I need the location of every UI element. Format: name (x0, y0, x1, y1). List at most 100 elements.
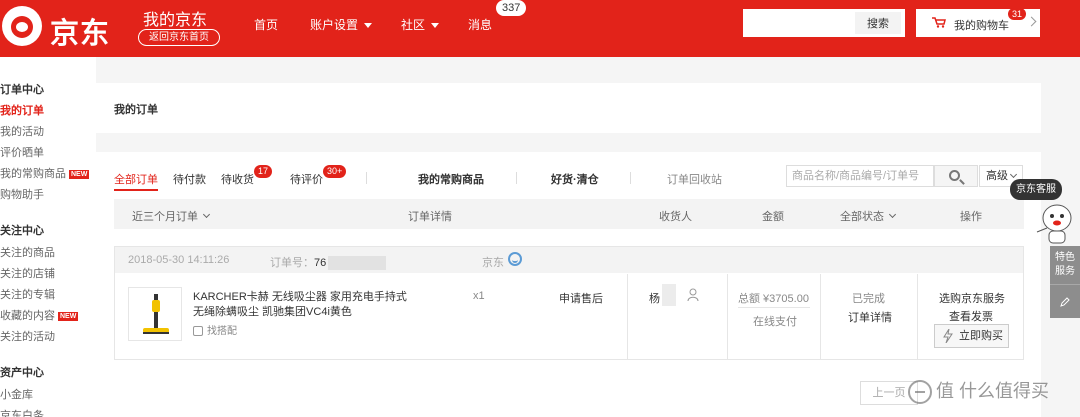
pending-review-badge: 30+ (323, 165, 347, 178)
sidebar-item-favorite-content[interactable]: 收藏的内容 NEW (0, 307, 79, 323)
sidebar-item-frequent-goods[interactable]: 我的常购商品 NEW (0, 165, 90, 181)
tab-recycle-bin[interactable]: 订单回收站 (667, 171, 722, 187)
amount-divider (738, 307, 810, 308)
shop-name[interactable]: 京东 (482, 254, 504, 270)
search-icon (949, 170, 960, 181)
jd-dog-logo-icon (2, 6, 42, 46)
featured-service-tab[interactable]: 特色 服务 (1050, 246, 1080, 284)
sidebar-group-follow: 关注中心 (0, 225, 44, 237)
new-badge: NEW (58, 311, 79, 321)
smzdm-logo-icon (908, 380, 932, 405)
sidebar-item-shopping-assistant[interactable]: 购物助手 (0, 186, 44, 202)
back-home-link[interactable]: 返回京东首页 (138, 29, 220, 46)
jd-logo[interactable]: 京东 (0, 2, 128, 52)
tab-clearance[interactable]: 好货·清仓 (551, 171, 599, 187)
sidebar-group-orders: 订单中心 (0, 84, 44, 96)
sidebar-item-followed-goods[interactable]: 关注的商品 (0, 244, 55, 260)
match-icon (193, 326, 203, 337)
header-search-button[interactable]: 搜索 (855, 12, 901, 34)
smzdm-watermark: 值 什么值得买 (908, 377, 1049, 405)
chevron-down-icon (888, 210, 897, 219)
orders-panel: 全部订单 待付款 待收货 17 待评价 30+ 我的常购商品 好货·清仓 订单回… (96, 152, 1041, 417)
sidebar-item-baitiao[interactable]: 京东白条 (0, 407, 44, 417)
pen-icon (1060, 297, 1070, 307)
sidebar-item-vault[interactable]: 小金库 (0, 386, 33, 402)
product-name-link[interactable]: KARCHER卡赫 无线吸尘器 家用充电手持式无绳除螨吸尘 凯驰集团VC4i黄色 (193, 290, 413, 320)
vacuum-image (143, 294, 169, 334)
sidebar-item-my-orders[interactable]: 我的订单 (0, 102, 44, 118)
period-filter[interactable]: 近三个月订单 (132, 208, 211, 224)
buy-jd-service-link[interactable]: 选购京东服务 (939, 290, 1005, 306)
tab-pending-receipt[interactable]: 待收货 (221, 171, 254, 187)
sidebar-item-followed-shops[interactable]: 关注的店铺 (0, 265, 55, 281)
view-invoice-link[interactable]: 查看发票 (949, 308, 993, 324)
status-filter[interactable]: 全部状态 (840, 208, 897, 224)
col-receiver: 收货人 (659, 211, 692, 223)
header-search-input[interactable] (743, 9, 855, 37)
site-title[interactable]: 我的京东 (143, 6, 207, 30)
order-table-header: 近三个月订单 订单详情 收货人 金额 全部状态 操作 (114, 199, 1024, 229)
chat-icon[interactable] (508, 252, 522, 266)
top-header-bar: 京东 我的京东 返回京东首页 首页 账户设置 社区 消息 337 搜索 我的购物… (0, 0, 1080, 57)
cart-label: 我的购物车 (954, 20, 1009, 32)
order-datetime: 2018-05-30 14:11:26 (128, 254, 230, 266)
col-operations: 操作 (960, 211, 982, 223)
redacted-order-number (328, 256, 387, 271)
logo-text: 京东 (50, 16, 111, 50)
column-divider (820, 274, 821, 359)
order-amount: 总额 ¥3705.00 (738, 293, 809, 305)
tab-divider (366, 172, 367, 184)
redacted-receiver (662, 284, 676, 306)
chevron-down-icon (364, 23, 373, 29)
order-number: 订单号：76 (270, 254, 387, 271)
tab-frequent-goods[interactable]: 我的常购商品 (418, 171, 484, 187)
receiver-name: 杨 (649, 293, 660, 305)
tab-pending-review[interactable]: 待评价 (290, 171, 323, 187)
order-detail-link[interactable]: 订单详情 (848, 309, 892, 325)
nav-account-settings[interactable]: 账户设置 (310, 16, 373, 33)
find-match-link[interactable]: 找搭配 (193, 322, 237, 337)
payment-method: 在线支付 (753, 316, 797, 328)
feedback-tab[interactable] (1050, 284, 1080, 318)
col-amount: 金额 (762, 211, 784, 223)
lightning-icon (943, 329, 953, 343)
header-search: 搜索 (743, 9, 905, 37)
tab-all-orders[interactable]: 全部订单 (114, 171, 158, 191)
chevron-down-icon (431, 23, 440, 29)
cart-count-badge: 31 (1008, 8, 1027, 20)
sidebar-item-reviews[interactable]: 评价晒单 (0, 144, 44, 160)
order-card-header: 2018-05-30 14:11:26 订单号：76 京东 (115, 247, 1023, 273)
column-divider (627, 274, 628, 359)
person-icon[interactable] (687, 288, 699, 302)
product-thumbnail[interactable] (128, 287, 182, 341)
pending-receipt-badge: 17 (254, 165, 273, 178)
after-sale-link[interactable]: 申请售后 (559, 290, 603, 306)
sidebar-item-my-activities[interactable]: 我的活动 (0, 123, 44, 139)
sidebar-item-followed-activities[interactable]: 关注的活动 (0, 328, 55, 344)
tab-pending-payment[interactable]: 待付款 (173, 171, 206, 187)
chevron-right-icon (1026, 16, 1037, 27)
tab-divider (516, 172, 517, 184)
my-cart-button[interactable]: 我的购物车 31 (916, 8, 1040, 37)
column-divider (727, 274, 728, 359)
column-divider (917, 274, 918, 359)
order-search-input[interactable] (786, 165, 934, 187)
chevron-down-icon (1009, 170, 1018, 179)
tab-divider (630, 172, 631, 184)
jd-mascot-icon[interactable] (1033, 198, 1079, 246)
nav-community[interactable]: 社区 (401, 16, 440, 33)
nav-home[interactable]: 首页 (254, 16, 278, 33)
customer-service-bubble[interactable]: 京东客服 (1010, 179, 1062, 200)
order-status: 已完成 (852, 293, 885, 305)
order-card: 2018-05-30 14:11:26 订单号：76 京东 KARCHER卡赫 … (114, 246, 1024, 360)
sidebar-group-assets: 资产中心 (0, 367, 44, 379)
left-sidebar: 订单中心 我的订单 我的活动 评价晒单 我的常购商品 NEW 购物助手 关注中心 … (0, 57, 96, 417)
sidebar-item-followed-albums[interactable]: 关注的专辑 (0, 286, 55, 302)
buy-again-button[interactable]: 立即购买 (934, 324, 1009, 348)
order-search-button[interactable] (934, 165, 978, 187)
chevron-down-icon (202, 210, 211, 219)
quantity: x1 (473, 290, 485, 302)
message-count-badge: 337 (496, 0, 527, 16)
new-badge: NEW (69, 169, 90, 179)
nav-messages[interactable]: 消息 (468, 16, 492, 33)
